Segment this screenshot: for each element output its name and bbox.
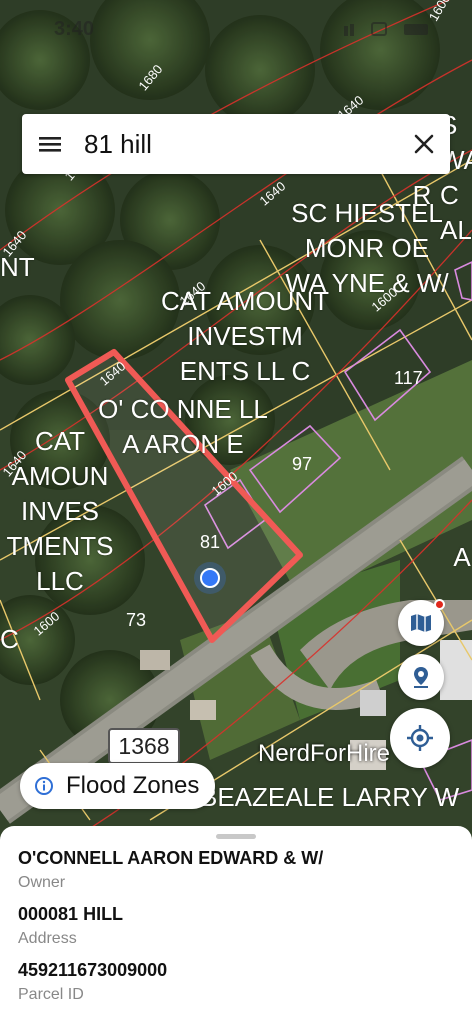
address-value: 000081 HILL <box>18 904 124 924</box>
flood-zones-label: Flood Zones <box>66 772 200 799</box>
current-location-dot <box>200 568 220 588</box>
search-input[interactable] <box>84 128 404 160</box>
status-icons <box>344 22 428 36</box>
parcel-number: 81 <box>200 532 221 552</box>
address-label: Address <box>18 930 77 947</box>
sheet-drag-handle[interactable] <box>216 834 256 839</box>
owner-label: Owner <box>18 874 66 891</box>
flood-zones-button[interactable]: Flood Zones <box>20 763 216 809</box>
parcel-number: 117 <box>394 368 423 388</box>
close-icon[interactable] <box>412 132 436 156</box>
road-shield: 1368 <box>108 728 180 764</box>
layers-badge <box>434 599 445 610</box>
location-pin-icon <box>414 667 428 688</box>
info-icon <box>35 777 53 795</box>
map-layers-button[interactable] <box>398 599 445 646</box>
search-bar <box>22 114 450 174</box>
parcel-number: 73 <box>126 610 147 630</box>
parcel-details-sheet[interactable]: O'CONNELL AARON EDWARD & W/ Owner 000081… <box>0 826 472 1024</box>
my-location-crosshair-icon <box>407 725 433 751</box>
status-bar: 3:40 <box>0 0 472 50</box>
status-time: 3:40 <box>54 18 95 40</box>
owner-value: O'CONNELL AARON EDWARD & W/ <box>18 848 324 868</box>
pin-button[interactable] <box>398 654 444 700</box>
my-location-button[interactable] <box>390 708 450 768</box>
parcel-id-value: 459211673009000 <box>18 960 168 980</box>
parcel-id-label: Parcel ID <box>18 986 84 1003</box>
parcel-number: 97 <box>292 454 313 474</box>
map-layers-icon <box>411 614 431 632</box>
poi-label[interactable]: NerdForHire <box>258 740 390 768</box>
hamburger-menu-icon[interactable] <box>36 130 64 158</box>
